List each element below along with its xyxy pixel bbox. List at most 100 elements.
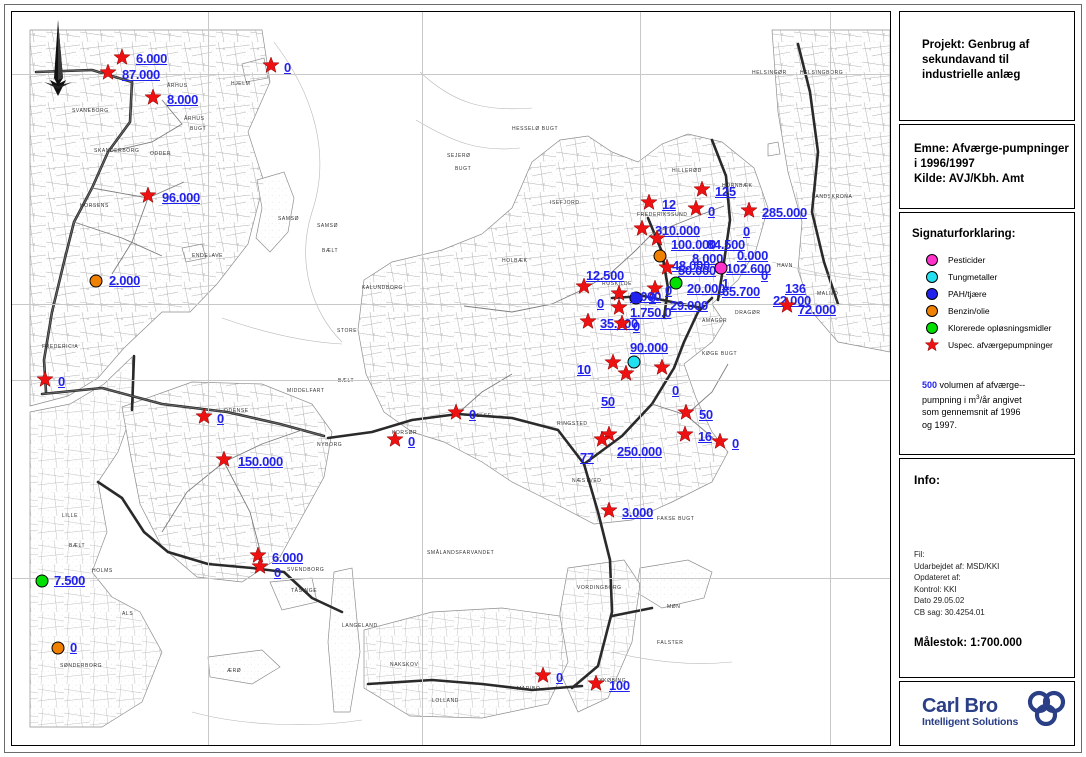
- map-volume-label: 7.500: [54, 573, 86, 588]
- map-marker-star[interactable]: [195, 407, 213, 430]
- map-panel[interactable]: ÅRHUSÅRHUSBUGTSKANDERBORGODDERHORSENSEND…: [11, 11, 891, 746]
- map-place-name: BÆLT: [322, 248, 338, 254]
- map-marker-star[interactable]: [593, 430, 611, 453]
- map-marker-star[interactable]: [653, 358, 671, 381]
- map-place-name: MØN: [667, 604, 680, 610]
- map-marker-star[interactable]: [687, 199, 705, 222]
- projekt-title: Projekt: Genbrug af sekundavand til indu…: [922, 39, 1030, 81]
- map-marker-star[interactable]: [262, 56, 280, 79]
- map-marker-star[interactable]: [386, 430, 404, 453]
- map-place-name: BÆLT: [338, 378, 354, 384]
- map-marker-circle[interactable]: [51, 641, 65, 655]
- graticule-line: [12, 380, 890, 381]
- legend-circle-icon: [922, 286, 942, 301]
- map-marker-star[interactable]: [579, 312, 597, 335]
- map-volume-label: 0: [58, 374, 65, 389]
- map-volume-label: 0: [408, 434, 415, 449]
- map-marker-star[interactable]: [99, 63, 117, 86]
- map-place-name: BUGT: [455, 166, 471, 172]
- map-marker-star[interactable]: [677, 403, 695, 426]
- map-volume-label: 100: [609, 678, 630, 693]
- map-marker-star[interactable]: [711, 432, 729, 455]
- map-volume-label: 77: [580, 450, 594, 465]
- map-marker-circle[interactable]: [669, 276, 683, 290]
- compass-north-icon: [40, 20, 80, 101]
- map-place-name: BÆLT: [69, 543, 85, 549]
- legend-label: PAH/tjære: [948, 288, 987, 299]
- map-marker-star[interactable]: [447, 403, 465, 426]
- map-marker-star[interactable]: [778, 296, 796, 319]
- map-marker-dot[interactable]: [89, 274, 103, 288]
- map-place-name: KØGE BUGT: [702, 351, 737, 357]
- map-place-name: SAMSØ: [317, 223, 338, 229]
- map-place-name: RINGSTED: [557, 421, 588, 427]
- projekt-box: Projekt: Genbrug af sekundavand til indu…: [899, 11, 1075, 121]
- map-place-name: HORSENS: [80, 203, 109, 209]
- map-place-name: HAVN: [777, 263, 793, 269]
- map-volume-label: 12.500: [586, 268, 624, 283]
- map-place-name: ODENSE: [224, 408, 249, 414]
- legend-circle-icon: [922, 252, 942, 267]
- emne-box: Emne: Afværge-pumpninger i 1996/1997 Kil…: [899, 124, 1075, 209]
- logo-tagline: Intelligent Solutions: [922, 716, 1019, 728]
- info-heading: Info:: [914, 473, 940, 487]
- map-marker-star[interactable]: [613, 314, 631, 337]
- map-place-name: FALSTER: [657, 640, 683, 646]
- map-marker-star[interactable]: [587, 674, 605, 697]
- map-place-name: LANGELAND: [342, 623, 378, 629]
- map-marker-star[interactable]: [740, 201, 758, 224]
- map-place-name: LANDSKRONA: [812, 194, 853, 200]
- legend-circle-icon: [922, 320, 942, 335]
- map-place-name: TÅSINGE: [291, 587, 317, 594]
- legend-circle-icon: [922, 269, 942, 284]
- map-place-name: ALS: [122, 611, 133, 617]
- map-place-name: MIDDELFART: [287, 388, 325, 394]
- map-volume-label: 0: [633, 319, 640, 334]
- map-volume-label: 8.000: [630, 289, 662, 304]
- map-marker-dot[interactable]: [627, 355, 641, 369]
- map-volume-label: 20.000: [687, 281, 725, 296]
- map-place-name: STORE: [337, 328, 357, 334]
- map-volume-label: 0: [284, 60, 291, 75]
- legend-note-a: volumen af afværge--: [937, 380, 1026, 390]
- map-volume-label: 87.000: [122, 67, 160, 82]
- map-marker-star[interactable]: [139, 186, 157, 209]
- map-marker-dot[interactable]: [35, 574, 49, 588]
- map-marker-star[interactable]: [144, 88, 162, 111]
- logo-box: Carl Bro Intelligent Solutions: [899, 681, 1075, 746]
- map-marker-star[interactable]: [676, 425, 694, 448]
- map-marker-star[interactable]: [640, 193, 658, 216]
- legend-note-e: og 1997.: [922, 419, 958, 430]
- map-place-name: HELSINGØR: [752, 70, 787, 76]
- map-volume-label: 16: [698, 429, 712, 444]
- map-place-name: SKANDERBORG: [94, 148, 140, 154]
- map-volume-label: 6.000: [272, 550, 304, 565]
- map-marker-circle[interactable]: [35, 574, 49, 588]
- map-marker-star[interactable]: [600, 501, 618, 524]
- legend-dot: [926, 253, 938, 266]
- map-volume-label: 250.000: [617, 444, 662, 459]
- legend-note-b: pumpning i m: [922, 394, 977, 405]
- graticule-line: [12, 578, 890, 579]
- map-marker-dot[interactable]: [51, 641, 65, 655]
- map-marker-circle[interactable]: [627, 355, 641, 369]
- map-place-name: HOLMS: [92, 568, 113, 574]
- map-volume-label: 3.000: [622, 505, 654, 520]
- legend-dot: [926, 287, 938, 300]
- map-place-name: BUGT: [190, 126, 206, 132]
- graticule-line: [640, 12, 641, 745]
- map-marker-star[interactable]: [215, 450, 233, 473]
- title-block-column: Projekt: Genbrug af sekundavand til indu…: [899, 11, 1075, 746]
- map-marker-dot[interactable]: [669, 276, 683, 290]
- map-place-name: KALUNDBORG: [362, 285, 403, 291]
- map-volume-label: 0: [761, 268, 768, 283]
- legend-dot: [926, 321, 938, 334]
- map-place-name: ÅRHUS: [167, 82, 188, 89]
- legend-note-d: som gennemsnit af 1996: [922, 407, 1021, 417]
- map-marker-circle[interactable]: [89, 274, 103, 288]
- legend-label: Tungmetaller: [948, 271, 998, 282]
- legend-row: Pesticider: [922, 251, 1053, 268]
- map-marker-star[interactable]: [534, 666, 552, 689]
- map-marker-star[interactable]: [36, 370, 54, 393]
- map-marker-star[interactable]: [251, 557, 269, 580]
